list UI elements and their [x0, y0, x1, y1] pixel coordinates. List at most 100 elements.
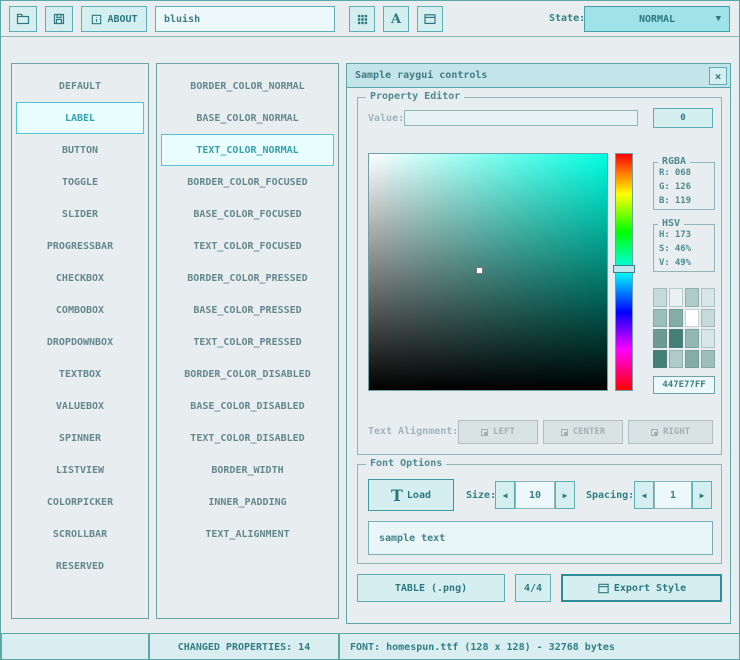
g-value: 126: [675, 182, 691, 196]
control-item-checkbox[interactable]: CHECKBOX: [16, 262, 144, 294]
grid-icon: [356, 13, 369, 26]
property-item-text_alignment[interactable]: TEXT_ALIGNMENT: [161, 518, 334, 550]
control-item-colorpicker[interactable]: COLORPICKER: [16, 486, 144, 518]
property-item-border_width[interactable]: BORDER_WIDTH: [161, 454, 334, 486]
spacing-value-box[interactable]: 1: [654, 481, 692, 509]
spacing-increment-button[interactable]: ▶: [692, 481, 712, 509]
style-table-button[interactable]: [349, 6, 375, 32]
info-icon: [90, 13, 103, 26]
save-icon: [52, 12, 66, 26]
hue-bar[interactable]: [615, 153, 633, 391]
control-item-toggle[interactable]: TOGGLE: [16, 166, 144, 198]
color-swatch[interactable]: [685, 350, 699, 369]
r-value: 068: [675, 168, 691, 182]
property-item-border_color_normal[interactable]: BORDER_COLOR_NORMAL: [161, 70, 334, 102]
export-table-button[interactable]: TABLE (.png): [357, 574, 505, 602]
color-swatch[interactable]: [653, 350, 667, 369]
font-info-text: FONT: homespun.ttf (128 x 128) - 32768 b…: [350, 642, 615, 653]
color-swatch[interactable]: [701, 350, 715, 369]
control-item-spinner[interactable]: SPINNER: [16, 422, 144, 454]
rguistyler-window: ABOUT A State: NORMAL ▼: [0, 0, 740, 660]
value-text: 0: [680, 113, 685, 123]
control-item-progressbar[interactable]: PROGRESSBAR: [16, 230, 144, 262]
load-font-button[interactable]: T Load: [368, 479, 454, 511]
property-item-text_color_disabled[interactable]: TEXT_COLOR_DISABLED: [161, 422, 334, 454]
page-indicator: 4/4: [524, 583, 542, 594]
about-button[interactable]: ABOUT: [81, 6, 147, 32]
property-item-border_color_disabled[interactable]: BORDER_COLOR_DISABLED: [161, 358, 334, 390]
property-item-base_color_focused[interactable]: BASE_COLOR_FOCUSED: [161, 198, 334, 230]
value-slider[interactable]: [404, 110, 638, 126]
arrow-right-icon: ▶: [563, 491, 568, 500]
align-right-button[interactable]: RIGHT: [628, 420, 713, 444]
color-swatch[interactable]: [685, 288, 699, 307]
color-saturation-value-picker[interactable]: [368, 153, 608, 391]
size-decrement-button[interactable]: ◀: [495, 481, 515, 509]
property-item-border_color_pressed[interactable]: BORDER_COLOR_PRESSED: [161, 262, 334, 294]
control-item-reserved[interactable]: RESERVED: [16, 550, 144, 582]
control-item-slider[interactable]: SLIDER: [16, 198, 144, 230]
color-swatch[interactable]: [701, 288, 715, 307]
color-picker-cursor[interactable]: [476, 267, 483, 274]
size-label: Size:: [466, 490, 496, 501]
control-item-button[interactable]: BUTTON: [16, 134, 144, 166]
size-value-box[interactable]: 10: [515, 481, 555, 509]
align-right-icon: [651, 429, 658, 436]
value-box[interactable]: 0: [653, 108, 713, 128]
color-swatch[interactable]: [669, 350, 683, 369]
property-item-base_color_pressed[interactable]: BASE_COLOR_PRESSED: [161, 294, 334, 326]
font-options-group: Font Options T Load Size: ◀ 10 ▶ Spacing…: [357, 464, 722, 564]
hue-cursor[interactable]: [613, 265, 635, 273]
chevron-down-icon: ▼: [716, 14, 721, 24]
property-item-text_color_normal[interactable]: TEXT_COLOR_NORMAL: [161, 134, 334, 166]
arrow-left-icon: ◀: [642, 491, 647, 500]
property-item-text_color_focused[interactable]: TEXT_COLOR_FOCUSED: [161, 230, 334, 262]
align-left-button[interactable]: LEFT: [458, 420, 538, 444]
property-item-inner_padding[interactable]: INNER_PADDING: [161, 486, 334, 518]
control-item-label[interactable]: LABEL: [16, 102, 144, 134]
font-icon: A: [391, 12, 401, 27]
hex-value-box[interactable]: 447E77FF: [653, 376, 715, 394]
save-file-button[interactable]: [45, 6, 73, 32]
property-item-text_color_pressed[interactable]: TEXT_COLOR_PRESSED: [161, 326, 334, 358]
toolbar: ABOUT A State: NORMAL ▼: [1, 1, 739, 37]
font-preview-button[interactable]: A: [383, 6, 409, 32]
window-icon: [423, 12, 437, 26]
color-swatch[interactable]: [669, 288, 683, 307]
control-item-default[interactable]: DEFAULT: [16, 70, 144, 102]
property-item-base_color_normal[interactable]: BASE_COLOR_NORMAL: [161, 102, 334, 134]
color-swatch[interactable]: [669, 329, 683, 348]
property-item-border_color_focused[interactable]: BORDER_COLOR_FOCUSED: [161, 166, 334, 198]
color-swatch[interactable]: [701, 329, 715, 348]
style-name-input[interactable]: [155, 6, 335, 32]
control-item-valuebox[interactable]: VALUEBOX: [16, 390, 144, 422]
color-swatch[interactable]: [669, 309, 683, 328]
color-swatch[interactable]: [685, 309, 699, 328]
size-increment-button[interactable]: ▶: [555, 481, 575, 509]
control-item-listview[interactable]: LISTVIEW: [16, 454, 144, 486]
open-file-button[interactable]: [9, 6, 37, 32]
close-panel-button[interactable]: ×: [709, 67, 727, 85]
color-swatch[interactable]: [653, 309, 667, 328]
control-item-dropdownbox[interactable]: DROPDOWNBOX: [16, 326, 144, 358]
property-item-base_color_disabled[interactable]: BASE_COLOR_DISABLED: [161, 390, 334, 422]
align-center-button[interactable]: CENTER: [543, 420, 623, 444]
page-indicator-button[interactable]: 4/4: [515, 574, 551, 602]
sample-text-box[interactable]: sample text: [368, 521, 713, 555]
state-dropdown[interactable]: NORMAL ▼: [584, 6, 730, 32]
property-editor-group: Property Editor Value: 0 RGBA R:068 G:12…: [357, 97, 722, 455]
panel-titlebar[interactable]: Sample raygui controls: [347, 64, 730, 88]
color-swatch[interactable]: [653, 329, 667, 348]
export-style-button[interactable]: Export Style: [561, 574, 722, 602]
color-swatch[interactable]: [653, 288, 667, 307]
color-swatch[interactable]: [685, 329, 699, 348]
color-swatch[interactable]: [701, 309, 715, 328]
font-options-label: Font Options: [366, 458, 446, 469]
align-center-icon: [561, 429, 568, 436]
control-item-textbox[interactable]: TEXTBOX: [16, 358, 144, 390]
spacing-decrement-button[interactable]: ◀: [634, 481, 654, 509]
control-item-combobox[interactable]: COMBOBOX: [16, 294, 144, 326]
window-mode-button[interactable]: [417, 6, 443, 32]
sample-controls-panel: Sample raygui controls × Property Editor…: [346, 63, 731, 624]
control-item-scrollbar[interactable]: SCROLLBAR: [16, 518, 144, 550]
